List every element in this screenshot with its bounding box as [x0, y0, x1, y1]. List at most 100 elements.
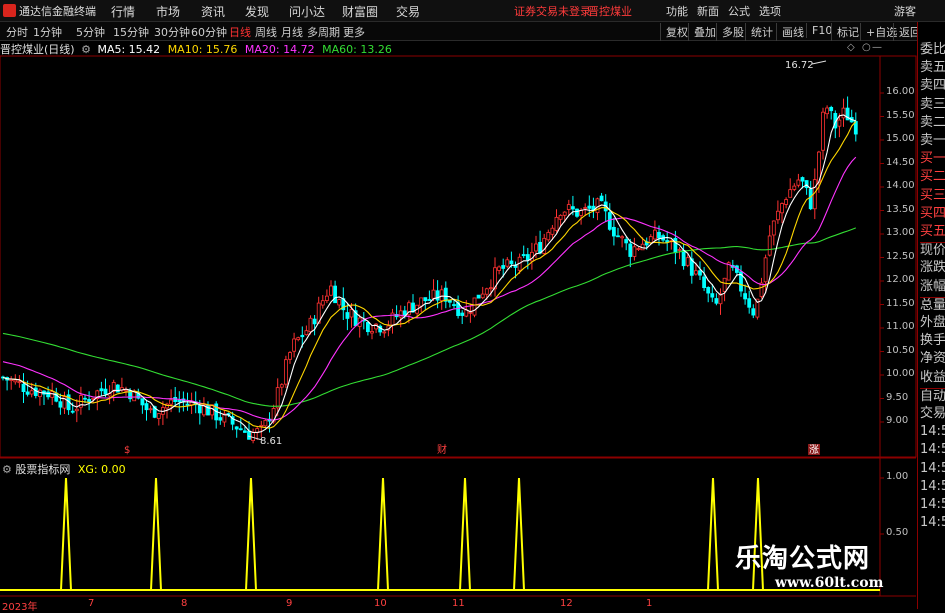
candle-up — [251, 432, 256, 441]
high-price-label: 16.72 — [785, 60, 814, 71]
candle-up — [419, 297, 424, 307]
side-panel-item: 自动 — [920, 387, 945, 404]
candle-up — [370, 331, 374, 334]
candle-up — [148, 408, 153, 411]
side-panel-item: 卖三 — [920, 96, 945, 112]
candle-up — [837, 119, 842, 127]
candle-up — [283, 359, 288, 385]
candle-up — [497, 266, 502, 271]
candle-down — [435, 290, 440, 301]
candle-down — [612, 226, 616, 237]
side-panel-item: 总量 — [920, 296, 945, 313]
candle-down — [521, 254, 526, 257]
candle-down — [571, 206, 575, 210]
candle-up — [505, 259, 510, 267]
candle-down — [616, 235, 620, 238]
candle-down — [140, 398, 145, 406]
side-panel-item: 14:50 — [920, 497, 945, 512]
candle-up — [124, 389, 128, 392]
candle-down — [206, 404, 210, 416]
candle-up — [562, 211, 567, 216]
side-panel-item: 卖一 — [920, 133, 945, 148]
high-pointer — [811, 60, 827, 65]
kline-chart[interactable]: 16.72 8.61 $ 财 涨 ◇ ○ — — [0, 0, 945, 609]
side-panel-item: 换手 — [920, 333, 945, 349]
side-panel-item: 14:50 — [920, 515, 945, 531]
candle-down — [575, 208, 579, 217]
candle-up — [288, 352, 292, 360]
candle-down — [25, 391, 30, 395]
candle-up — [788, 189, 793, 198]
candle-up — [620, 236, 624, 239]
candle-up — [583, 207, 588, 209]
candle-down — [218, 417, 223, 421]
candle-up — [677, 249, 682, 251]
candle-up — [468, 311, 473, 314]
indicator-tick: 0.50 — [886, 527, 909, 538]
candle-up — [767, 235, 772, 256]
candle-up — [825, 107, 829, 115]
candle-up — [534, 243, 538, 252]
price-tick: 14.50 — [886, 156, 915, 168]
candle-down — [21, 383, 26, 392]
candle-down — [743, 293, 747, 300]
candle-down — [185, 403, 190, 406]
side-panel-item: 买四 — [920, 205, 945, 221]
candle-down — [808, 188, 813, 210]
candle-down — [177, 400, 182, 403]
price-tick: 16.00 — [886, 86, 915, 97]
signal-spike — [707, 477, 719, 591]
price-tick: 10.50 — [886, 344, 915, 356]
candle-down — [607, 212, 612, 230]
candle-down — [197, 405, 202, 414]
settings-icon[interactable]: ⚙ — [81, 43, 91, 56]
candle-up — [632, 246, 637, 257]
x-tick: 12 — [560, 598, 573, 609]
candle-up — [29, 390, 34, 395]
price-tick: 14.00 — [886, 180, 915, 191]
side-panel-item: 14:50 — [920, 442, 945, 458]
candle-up — [694, 270, 698, 275]
quote-side-panel: 委比 卖五 卖四 卖三 卖二 卖一 买一 买二 买三 买四 买五 现价 涨跌 涨幅 总量 外盘 换手 净资 收益 自动… — [917, 22, 945, 609]
indicator-header: ⚙ 股票指标网 XG: 0.00 — [2, 461, 126, 477]
indicator-settings-icon[interactable]: ⚙ — [2, 463, 12, 476]
watermark-text: 乐淘公式网 — [735, 544, 871, 574]
candle-up — [304, 330, 309, 336]
side-panel-item: 卖五 — [920, 60, 945, 76]
candle-up — [279, 384, 284, 388]
candle-up — [320, 300, 325, 306]
candle-down — [509, 260, 514, 265]
x-tick: 10 — [374, 598, 387, 609]
side-panel-item: 14:50 — [920, 460, 945, 476]
candle-up — [296, 337, 301, 341]
candle-up — [792, 185, 797, 190]
stock-title: 晋控煤业(日线) — [0, 43, 75, 56]
candle-up — [784, 199, 788, 205]
candle-down — [443, 287, 448, 302]
x-tick: 8 — [181, 598, 188, 609]
chart-info-line: 晋控煤业(日线) ⚙ MA5: 15.42 MA10: 15.76 MA20: … — [0, 41, 392, 56]
candle-up — [263, 420, 268, 427]
candle-down — [673, 237, 678, 254]
side-panel-item: 卖二 — [920, 114, 945, 130]
candle-down — [345, 312, 350, 319]
candle-up — [780, 203, 784, 214]
candle-up — [550, 227, 555, 235]
candle-up — [648, 236, 653, 244]
price-tick: 11.00 — [886, 321, 915, 332]
side-panel-item: 涨幅 — [920, 278, 945, 294]
candle-up — [17, 381, 22, 384]
candle-up — [821, 111, 825, 151]
event-mark: 财 — [437, 443, 447, 456]
minimize-icon: — — [872, 42, 882, 53]
candle-down — [300, 334, 305, 338]
side-panel-item: 收益 — [920, 369, 945, 385]
ma20-label: MA20: 14.72 — [244, 43, 315, 56]
ma60-label: MA60: 13.26 — [322, 43, 392, 56]
candle-up — [722, 277, 727, 292]
diamond-icon: ◇ — [847, 42, 855, 53]
candle-down — [99, 388, 104, 392]
candle-up — [13, 379, 18, 383]
candle-up — [349, 309, 354, 318]
price-tick: 12.00 — [886, 274, 915, 285]
